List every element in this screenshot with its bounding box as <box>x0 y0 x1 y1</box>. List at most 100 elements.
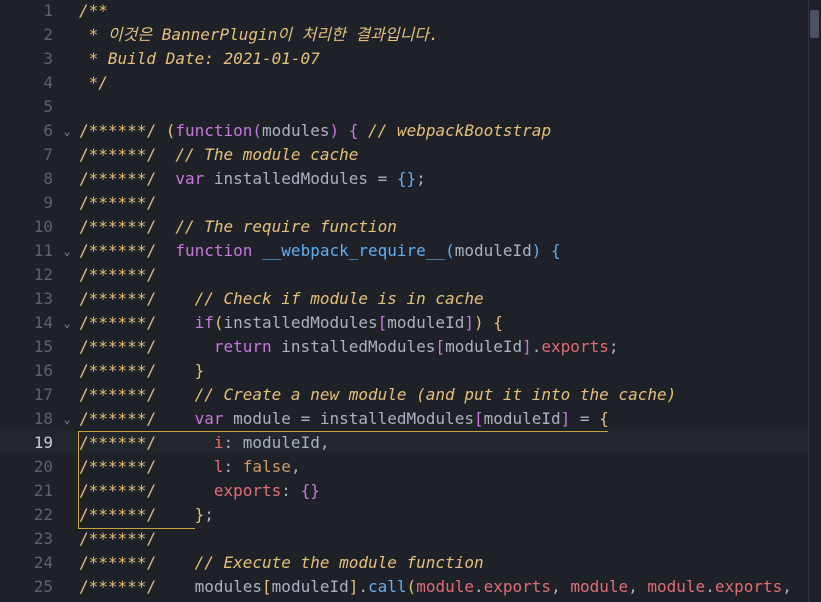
line-number: 12 <box>33 265 53 284</box>
code-token: /******/ <box>79 553 195 572</box>
code-line[interactable]: 6 ⌄/******/ (function(modules) { // webpa… <box>0 119 808 143</box>
line-number: 4 <box>43 73 53 92</box>
code-line[interactable]: 18 ⌄/******/ var module = installedModule… <box>0 407 808 431</box>
code-token: . <box>705 577 715 596</box>
line-number: 13 <box>33 289 53 308</box>
code-token: modules <box>194 577 263 596</box>
chevron-down-icon[interactable]: ⌄ <box>60 311 74 335</box>
code-token: /******/ <box>79 265 157 284</box>
code-editor[interactable]: 1/** 2 * 이것은 BannerPlugin이 처리한 결과입니다. 3 * … <box>0 0 821 602</box>
line-number: 9 <box>43 193 53 212</box>
code-line[interactable]: 11 ⌄/******/ function __webpack_require__… <box>0 239 808 263</box>
line-number: 1 <box>43 1 53 20</box>
code-token: /******/ <box>79 169 176 188</box>
code-text: /******/ // Check if module is in cache <box>79 287 484 311</box>
code-token: . <box>531 337 542 356</box>
code-text: /******/ }; <box>79 503 214 527</box>
code-line[interactable]: 4 */ <box>0 71 808 95</box>
code-line[interactable]: 1 /** <box>0 0 808 23</box>
code-token: module <box>570 577 629 596</box>
code-line[interactable]: 7 /******/ // The module cache <box>0 143 808 167</box>
code-line[interactable]: 12 /******/ <box>0 263 808 287</box>
code-token: installedModules <box>271 337 436 356</box>
code-line[interactable]: 24 /******/ // Execute the module functio… <box>0 551 808 575</box>
code-line[interactable]: 13 /******/ // Check if module is in cach… <box>0 287 808 311</box>
code-token: , <box>628 577 648 596</box>
line-number: 8 <box>43 169 53 188</box>
line-number: 11 <box>33 241 53 260</box>
chevron-down-icon[interactable]: ⌄ <box>60 407 74 431</box>
code-token: false <box>242 457 291 476</box>
code-line[interactable]: 3 * Build Date: 2021-01-07 <box>0 47 808 71</box>
line-number: 16 <box>33 361 53 380</box>
line-number: 2 <box>43 25 53 44</box>
code-token: moduleId <box>445 337 523 356</box>
code-token: call <box>368 577 407 596</box>
code-token: * 이것은 BannerPlugin이 처리한 결과입니다. <box>79 25 439 44</box>
code-line[interactable]: 9 /******/ <box>0 191 808 215</box>
code-token: : <box>223 433 243 452</box>
code-token: [ <box>377 313 388 332</box>
code-token: {} <box>300 481 320 500</box>
code-token: ( <box>213 313 224 332</box>
code-line[interactable]: 2 * 이것은 BannerPlugin이 처리한 결과입니다. <box>0 23 808 47</box>
code-text: /******/ // Create a new module (and put… <box>79 383 676 407</box>
code-token: l <box>213 457 224 476</box>
code-text: /** <box>79 0 108 23</box>
code-token: // Check if module is in cache <box>194 289 484 308</box>
code-text: /******/ function __webpack_require__(mo… <box>79 239 561 263</box>
chevron-down-icon[interactable]: ⌄ <box>60 239 74 263</box>
scrollbar-thumb[interactable] <box>810 10 819 38</box>
code-line[interactable]: 15 /******/ return installedModules[modul… <box>0 335 808 359</box>
code-token: /******/ <box>79 121 166 140</box>
line-number: 21 <box>33 481 53 500</box>
code-line[interactable]: 25/******/ modules[moduleId].call(module… <box>0 575 808 599</box>
code-token: ] <box>560 409 571 428</box>
code-token: /******/ <box>79 385 195 404</box>
line-number: 3 <box>43 49 53 68</box>
code-token: { <box>348 121 359 140</box>
code-token: = <box>377 169 397 188</box>
code-line[interactable]: 23 /******/ <box>0 527 808 551</box>
code-line[interactable]: 10 /******/ // The require function <box>0 215 808 239</box>
code-line[interactable]: 20 /******/ l: false, <box>0 455 808 479</box>
code-token: if <box>194 313 214 332</box>
chevron-down-icon[interactable]: ⌄ <box>60 119 74 143</box>
code-line[interactable]: 5 <box>0 95 808 119</box>
code-text: /******/ <box>79 191 156 215</box>
code-token: , <box>319 433 330 452</box>
code-token: moduleId <box>454 241 532 260</box>
code-token: ) <box>329 121 340 140</box>
code-text: /******/ <box>79 263 156 287</box>
code-token: : <box>223 457 243 476</box>
code-token: modules <box>262 121 330 140</box>
code-line[interactable]: 14 ⌄/******/ if(installedModules[moduleId… <box>0 311 808 335</box>
vertical-scrollbar[interactable] <box>808 0 821 602</box>
code-text: /******/ exports: {} <box>79 479 320 503</box>
code-token: // The require function <box>175 217 397 236</box>
code-token: ] <box>522 337 532 356</box>
code-token: ) <box>531 241 542 260</box>
code-line[interactable]: 19 /******/ i: moduleId, <box>0 431 808 455</box>
code-line[interactable]: 16 /******/ } <box>0 359 808 383</box>
code-token: function <box>175 241 253 260</box>
code-line[interactable]: 8 /******/ var installedModules = {}; <box>0 167 808 191</box>
code-token: /******/ <box>79 193 157 212</box>
code-text: /******/ var installedModules = {}; <box>79 167 426 191</box>
code-token: /******/ <box>79 313 195 332</box>
code-line[interactable]: 21 /******/ exports: {} <box>0 479 808 503</box>
code-token: /******/ <box>79 337 214 356</box>
code-token: } <box>194 505 205 524</box>
line-number: 10 <box>33 217 53 236</box>
code-token: ( <box>252 121 263 140</box>
code-line[interactable]: 17 /******/ // Create a new module (and p… <box>0 383 808 407</box>
code-text: /******/ var module = installedModules[m… <box>79 407 609 431</box>
code-line[interactable]: 22 /******/ }; <box>0 503 808 527</box>
code-token: /******/ <box>79 241 176 260</box>
code-token: /******/ <box>79 217 176 236</box>
code-token: , <box>551 577 571 596</box>
